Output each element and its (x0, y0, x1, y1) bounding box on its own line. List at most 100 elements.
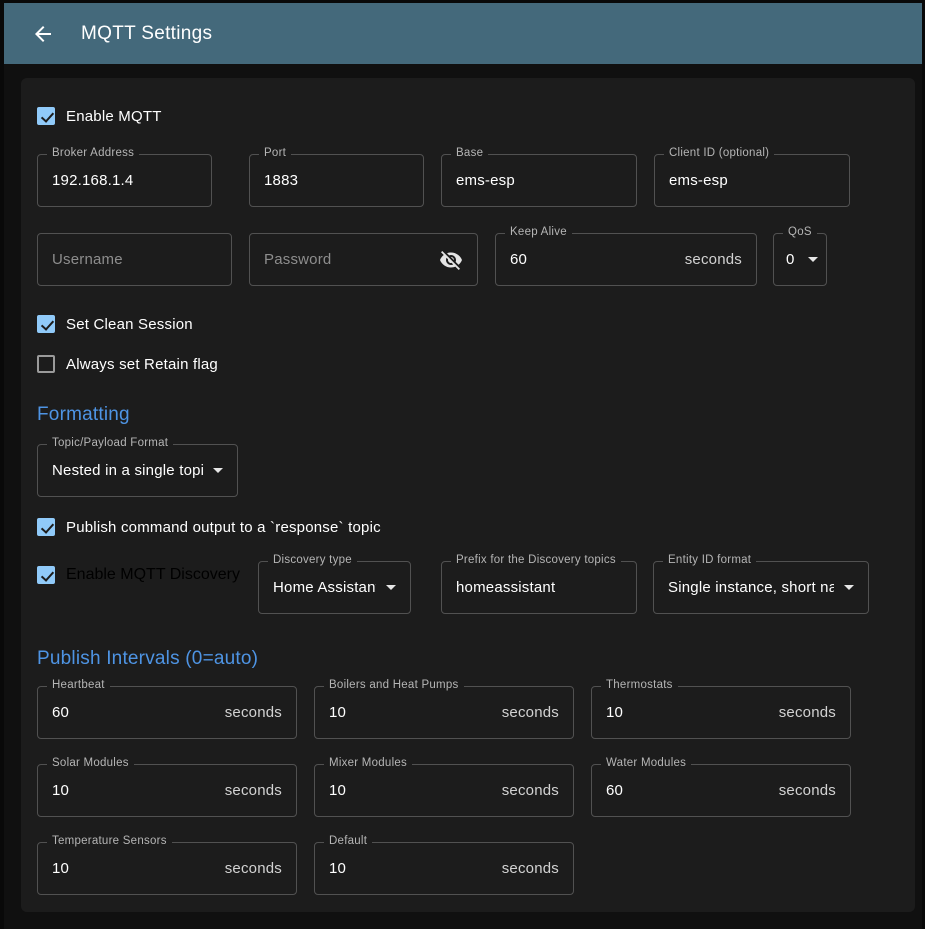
discovery-prefix-value: homeassistant (456, 579, 622, 596)
keep-alive-label: Keep Alive (505, 226, 572, 238)
client-id-field[interactable]: Client ID (optional) ems-esp (654, 154, 850, 207)
retain-flag-label: Always set Retain flag (66, 356, 218, 373)
qos-select[interactable]: QoS 0 (773, 233, 827, 286)
settings-card: Enable MQTT Broker Address 192.168.1.4 P… (21, 78, 915, 912)
formatting-heading: Formatting (37, 402, 899, 428)
discovery-type-select[interactable]: Discovery type Home Assistant (258, 561, 411, 614)
heartbeat-interval-field[interactable]: Heartbeat 60 seconds (37, 686, 297, 739)
qos-label: QoS (783, 226, 817, 238)
publish-response-label: Publish command output to a `response` t… (66, 519, 381, 536)
port-field[interactable]: Port 1883 (249, 154, 424, 207)
heartbeat-unit: seconds (225, 704, 282, 721)
solar-label: Solar Modules (47, 757, 134, 769)
base-value: ems-esp (456, 172, 622, 189)
discovery-prefix-label: Prefix for the Discovery topics (451, 554, 621, 566)
back-button[interactable] (19, 10, 67, 58)
entity-id-format-select[interactable]: Entity ID format Single instance, short … (653, 561, 869, 614)
discovery-row: Enable MQTT Discovery Discovery type Hom… (37, 561, 899, 614)
mixer-interval-field[interactable]: Mixer Modules 10 seconds (314, 764, 574, 817)
username-input[interactable] (52, 251, 217, 268)
topic-format-label: Topic/Payload Format (47, 437, 173, 449)
entity-id-format-value: Single instance, short name (668, 579, 834, 596)
chevron-down-icon (844, 585, 854, 590)
publish-intervals-heading: Publish Intervals (0=auto) (37, 646, 899, 672)
default-label: Default (324, 835, 372, 847)
boilers-interval-field[interactable]: Boilers and Heat Pumps 10 seconds (314, 686, 574, 739)
water-interval-field[interactable]: Water Modules 60 seconds (591, 764, 851, 817)
password-field[interactable] (249, 233, 478, 286)
enable-mqtt-checkbox[interactable] (37, 107, 55, 125)
solar-unit: seconds (225, 782, 282, 799)
enable-mqtt-row[interactable]: Enable MQTT (37, 106, 899, 126)
port-value: 1883 (264, 172, 409, 189)
water-unit: seconds (779, 782, 836, 799)
solar-value: 10 (52, 782, 225, 799)
mixer-label: Mixer Modules (324, 757, 412, 769)
heartbeat-value: 60 (52, 704, 225, 721)
topic-format-value: Nested in a single topic (52, 462, 203, 479)
visibility-off-icon (439, 248, 463, 272)
chevron-down-icon (808, 257, 818, 262)
discovery-type-value: Home Assistant (273, 579, 376, 596)
mixer-unit: seconds (502, 782, 559, 799)
discovery-type-label: Discovery type (268, 554, 357, 566)
temperature-sensors-interval-field[interactable]: Temperature Sensors 10 seconds (37, 842, 297, 895)
port-label: Port (259, 147, 291, 159)
keep-alive-value: 60 (510, 251, 685, 268)
temperature-sensors-unit: seconds (225, 860, 282, 877)
clean-session-label: Set Clean Session (66, 316, 193, 333)
publish-response-checkbox[interactable] (37, 518, 55, 536)
broker-address-field[interactable]: Broker Address 192.168.1.4 (37, 154, 212, 207)
arrow-back-icon (31, 22, 55, 46)
entity-id-format-label: Entity ID format (663, 554, 756, 566)
mixer-value: 10 (329, 782, 502, 799)
publish-intervals-grid: Heartbeat 60 seconds Boilers and Heat Pu… (37, 686, 899, 895)
solar-interval-field[interactable]: Solar Modules 10 seconds (37, 764, 297, 817)
clean-session-row[interactable]: Set Clean Session (37, 314, 899, 334)
retain-flag-row[interactable]: Always set Retain flag (37, 354, 899, 374)
keep-alive-unit: seconds (685, 251, 742, 268)
broker-address-value: 192.168.1.4 (52, 172, 197, 189)
base-label: Base (451, 147, 488, 159)
thermostats-value: 10 (606, 704, 779, 721)
boilers-unit: seconds (502, 704, 559, 721)
chevron-down-icon (386, 585, 396, 590)
page-title: MQTT Settings (81, 23, 212, 45)
qos-value: 0 (786, 251, 798, 268)
credentials-row: Keep Alive 60 seconds QoS 0 (37, 233, 899, 286)
boilers-value: 10 (329, 704, 502, 721)
enable-discovery-checkbox[interactable] (37, 566, 55, 584)
default-value: 10 (329, 860, 502, 877)
discovery-prefix-field[interactable]: Prefix for the Discovery topics homeassi… (441, 561, 637, 614)
enable-mqtt-label: Enable MQTT (66, 108, 162, 125)
username-field[interactable] (37, 233, 232, 286)
page-background: Enable MQTT Broker Address 192.168.1.4 P… (4, 64, 922, 929)
broker-row: Broker Address 192.168.1.4 Port 1883 Bas… (37, 154, 899, 207)
thermostats-label: Thermostats (601, 679, 678, 691)
boilers-label: Boilers and Heat Pumps (324, 679, 464, 691)
thermostats-unit: seconds (779, 704, 836, 721)
default-interval-field[interactable]: Default 10 seconds (314, 842, 574, 895)
water-value: 60 (606, 782, 779, 799)
thermostats-interval-field[interactable]: Thermostats 10 seconds (591, 686, 851, 739)
publish-response-row[interactable]: Publish command output to a `response` t… (37, 517, 899, 537)
base-field[interactable]: Base ems-esp (441, 154, 637, 207)
retain-flag-checkbox[interactable] (37, 355, 55, 373)
enable-discovery-row[interactable]: Enable MQTT Discovery (37, 561, 258, 584)
clean-session-checkbox[interactable] (37, 315, 55, 333)
heartbeat-label: Heartbeat (47, 679, 110, 691)
enable-discovery-label: Enable MQTT Discovery (66, 566, 240, 584)
toggle-password-visibility-button[interactable] (439, 248, 463, 272)
client-id-value: ems-esp (669, 172, 835, 189)
keep-alive-field[interactable]: Keep Alive 60 seconds (495, 233, 757, 286)
default-unit: seconds (502, 860, 559, 877)
topic-format-row: Topic/Payload Format Nested in a single … (37, 444, 899, 497)
water-label: Water Modules (601, 757, 691, 769)
client-id-label: Client ID (optional) (664, 147, 774, 159)
temperature-sensors-value: 10 (52, 860, 225, 877)
temperature-sensors-label: Temperature Sensors (47, 835, 172, 847)
chevron-down-icon (213, 468, 223, 473)
password-input[interactable] (264, 251, 439, 268)
app-bar: MQTT Settings (4, 3, 922, 64)
topic-format-select[interactable]: Topic/Payload Format Nested in a single … (37, 444, 238, 497)
